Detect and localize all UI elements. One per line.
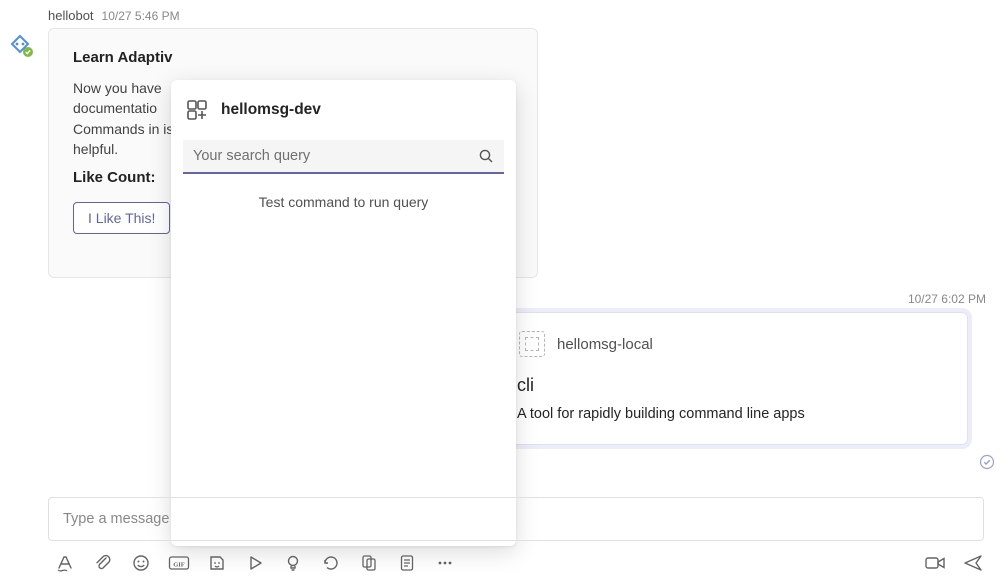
extension-app-name: hellomsg-dev [221,101,321,119]
loop-icon[interactable] [320,552,342,574]
video-icon[interactable] [924,552,946,574]
message-timestamp: 10/27 5:46 PM [102,9,180,23]
extension-search-field[interactable] [183,140,504,174]
bulb-icon[interactable] [282,552,304,574]
compose-box[interactable]: Type a message [48,497,984,541]
compose-toolbar: GIF [54,549,984,577]
message-timestamp: 10/27 6:02 PM [908,292,986,306]
more-icon[interactable] [434,552,456,574]
sender-name: hellobot [48,8,94,23]
link-card[interactable]: hellomsg-local cli A tool for rapidly bu… [508,312,968,445]
message-header: hellobot 10/27 5:46 PM [48,8,180,23]
like-button[interactable]: I Like This! [73,202,170,234]
app-name: hellomsg-local [557,336,653,353]
compose-placeholder: Type a message [63,511,169,527]
stream-icon[interactable] [244,552,266,574]
format-icon[interactable] [54,552,76,574]
paperclip-icon[interactable] [92,552,114,574]
card-body: Now you have documentatio Commands in is… [73,78,183,159]
card-title: Learn Adaptiv [73,49,513,66]
copy-icon[interactable] [358,552,380,574]
extension-hint: Test command to run query [183,194,504,210]
sticker-icon[interactable] [206,552,228,574]
card-title: cli [517,375,949,396]
svg-text:GIF: GIF [173,561,185,568]
smile-icon[interactable] [130,552,152,574]
send-icon[interactable] [962,552,984,574]
card-description: A tool for rapidly building command line… [517,406,949,422]
extension-app-icon [185,98,209,122]
search-icon [478,148,494,164]
search-input[interactable] [193,148,478,164]
bot-avatar [6,30,34,58]
read-receipt-icon [979,454,995,470]
app-icon-placeholder [519,331,545,357]
messaging-extension-popup: hellomsg-dev Test command to run query [171,80,516,546]
form-icon[interactable] [396,552,418,574]
gif-icon[interactable]: GIF [168,552,190,574]
